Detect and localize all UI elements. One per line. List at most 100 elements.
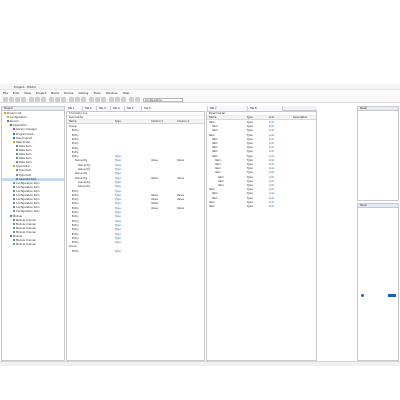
table-row[interactable]: Entry <box>67 134 204 138</box>
table-row[interactable]: Sub-entry Type Value Value <box>67 177 204 181</box>
tree-item[interactable]: Configuration item <box>2 181 64 186</box>
toolbar-button-icon[interactable] <box>121 97 126 102</box>
table-row[interactable]: Item Type Link <box>207 184 316 188</box>
cell-link[interactable]: Link <box>269 142 274 146</box>
table-row[interactable]: Item Type Link <box>207 163 316 167</box>
table-row[interactable]: Item Type Link <box>207 155 316 159</box>
tree-item[interactable]: Data item <box>2 148 64 153</box>
tree-item[interactable]: Data item <box>2 153 64 157</box>
table-row[interactable]: Entry <box>67 129 204 133</box>
toolbar-button-icon[interactable] <box>15 97 20 102</box>
table-row[interactable]: Entry <box>67 147 204 151</box>
table-row[interactable]: Entry Type <box>67 250 204 254</box>
table-row[interactable]: Item Type Link <box>207 159 316 163</box>
table-row[interactable]: Item Type Link <box>207 129 316 133</box>
tree-item[interactable]: Type item <box>2 169 64 173</box>
table-row[interactable]: Entry Type <box>67 215 204 219</box>
table-row[interactable]: Entry <box>67 142 204 146</box>
table-row[interactable]: Item Type Link <box>207 150 316 154</box>
tree-item[interactable]: Module channel <box>2 222 64 227</box>
table-row[interactable]: Entry Type <box>67 220 204 224</box>
table-row[interactable]: Entry Type Value Value <box>67 207 204 211</box>
table-row[interactable]: Item Type Link <box>207 205 316 209</box>
toolbar-button-icon[interactable] <box>35 97 40 102</box>
table-row[interactable]: Item Type Link <box>207 146 316 150</box>
table-row[interactable]: Entry Type Value <box>67 202 204 206</box>
tree-item[interactable]: Module channel <box>2 243 64 247</box>
table-row[interactable]: Item Type Link <box>207 121 316 125</box>
table-row[interactable]: Sub-entry Type <box>67 185 204 189</box>
table-row[interactable]: Entry <box>67 138 204 142</box>
toolbar-button-icon[interactable] <box>129 97 134 102</box>
table-row[interactable]: Item Type Link <box>207 180 316 184</box>
tree-item[interactable]: Configuration item <box>2 189 64 194</box>
tree-item[interactable]: Module channel <box>2 226 64 231</box>
toolbar-button-icon[interactable] <box>9 97 14 102</box>
cell-link[interactable]: Link <box>269 171 274 175</box>
cell-link[interactable]: Link <box>269 138 274 142</box>
toolbar-button-icon[interactable] <box>135 97 140 102</box>
toolbar-button-icon[interactable] <box>61 97 66 102</box>
cell-link[interactable]: Link <box>269 205 274 209</box>
table-row[interactable]: Entry Type <box>67 233 204 237</box>
table-row[interactable]: Item Type Link <box>207 134 316 138</box>
table-row[interactable]: Entry Type <box>67 211 204 215</box>
toolbar-button-icon[interactable] <box>75 97 80 102</box>
table-row[interactable]: Item Type Link <box>207 201 316 205</box>
table-row[interactable]: Sub-entry Type <box>67 181 204 185</box>
table-row[interactable]: Entry Type Value Value <box>67 198 204 202</box>
tree-item[interactable]: Type item <box>2 173 64 178</box>
tree-item[interactable]: Module channel <box>2 218 64 223</box>
cell-link[interactable]: Link <box>269 201 274 205</box>
cell-link[interactable]: Link <box>269 121 274 125</box>
cell-link[interactable]: Link <box>269 150 274 154</box>
cell-link[interactable]: Link <box>269 159 274 163</box>
cell-link[interactable]: Link <box>269 155 274 159</box>
toolbar-button-icon[interactable] <box>49 97 54 102</box>
toolbar-button-icon[interactable] <box>101 97 106 102</box>
toolbar-button-icon[interactable] <box>29 97 34 102</box>
table-row[interactable]: Sub-entry Type <box>67 164 204 168</box>
tree-item[interactable]: Data folder <box>2 140 64 145</box>
table-row[interactable]: Sub-entry Type <box>67 168 204 172</box>
tree-item[interactable]: Configuration item <box>2 210 64 214</box>
tree-item[interactable]: Configuration item <box>2 194 64 198</box>
table-row[interactable]: Entry Type <box>67 241 204 245</box>
table-row[interactable]: Group <box>67 125 204 129</box>
tree-item[interactable]: Sub-program <box>2 136 64 141</box>
tree-item[interactable]: Project root <box>2 112 64 116</box>
tree-item[interactable]: Device <box>2 120 64 124</box>
table-row[interactable]: Item Type Link <box>207 171 316 175</box>
table-row[interactable]: Sub-entry Type Value Value <box>67 159 204 163</box>
cell-link[interactable]: Link <box>269 184 274 188</box>
tree-item[interactable]: Type folder <box>2 165 64 169</box>
table-row[interactable]: Item Type Link <box>207 192 316 196</box>
toolbar-button-icon[interactable] <box>41 97 46 102</box>
table-row[interactable]: Entry Type <box>67 190 204 194</box>
cell-link[interactable]: Link <box>269 176 274 180</box>
tree-item[interactable]: Library manager <box>2 128 64 132</box>
tree-item[interactable]: Module <box>2 214 64 219</box>
table-row[interactable]: Item Type Link <box>207 138 316 142</box>
toolbar-button-icon[interactable] <box>95 97 100 102</box>
table-row[interactable]: Entry <box>67 151 204 155</box>
cell-link[interactable]: Link <box>269 197 274 201</box>
cell-link[interactable]: Link <box>269 129 274 133</box>
tree-item[interactable]: Configuration item <box>2 185 64 190</box>
table-row[interactable]: Item Type Link <box>207 167 316 171</box>
toolbar-button-icon[interactable] <box>21 97 26 102</box>
toolbar-button-icon[interactable] <box>109 97 114 102</box>
tree-item[interactable]: Data item <box>2 161 64 165</box>
table-row[interactable]: Group <box>67 245 204 249</box>
cell-link[interactable]: Link <box>269 163 274 167</box>
configuration-combo[interactable]: Configuration <box>143 98 183 102</box>
tree-item[interactable]: Data item <box>2 144 64 149</box>
table-row[interactable]: Item Type Link <box>207 176 316 180</box>
table-row[interactable]: Entry Type <box>67 237 204 241</box>
table-row[interactable]: Sub-entry Type <box>67 172 204 176</box>
tree-item[interactable]: Program block <box>2 132 64 137</box>
toolbar-button-icon[interactable] <box>115 97 120 102</box>
tree-item[interactable]: Module <box>2 235 64 239</box>
toolbar-button-icon[interactable] <box>3 97 8 102</box>
cell-link[interactable]: Link <box>269 134 274 138</box>
